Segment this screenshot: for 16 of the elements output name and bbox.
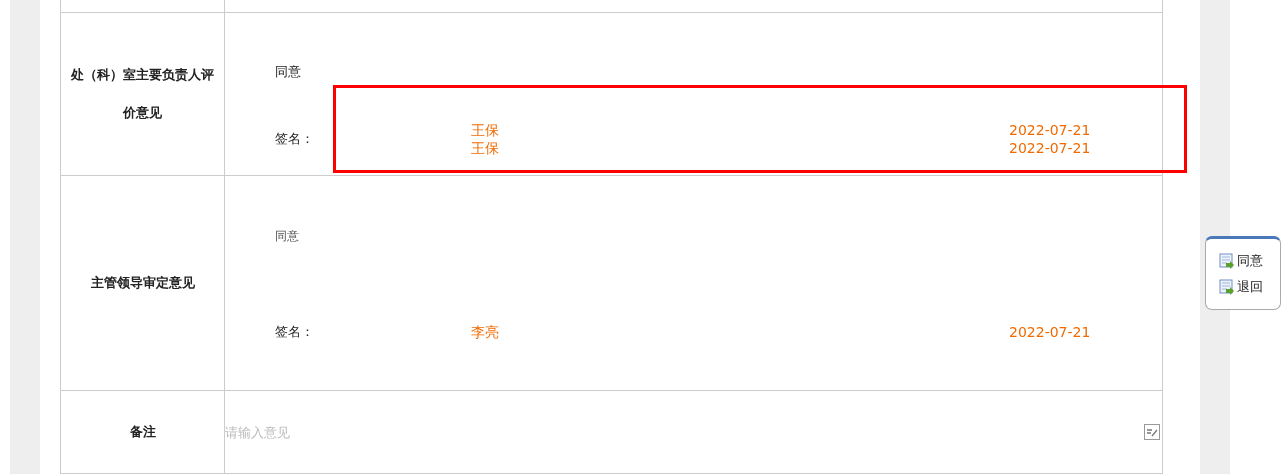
row-label: 主管领导审定意见 [90,274,195,292]
opinion-text: 同意 [275,63,302,81]
signer-name: 王保 [471,121,500,139]
sign-date: 2022-07-21 [1009,121,1091,139]
signature-label: 签名： [275,130,315,148]
edit-icon[interactable] [1144,424,1160,440]
opinion-text: 同意 [275,228,300,245]
signer-name: 李亮 [471,323,500,341]
action-button[interactable]: 同意 [1219,252,1280,270]
sign-date: 2022-07-21 [1009,139,1091,157]
action-button[interactable]: 退回 [1219,278,1280,296]
signature-label: 签名： [275,323,315,341]
row-label: 处（科）室主要负责人评价意见 [70,66,215,122]
sign-date: 2022-07-21 [1009,323,1091,341]
row-label: 备注 [129,423,156,441]
signer-name: 王保 [471,139,500,157]
